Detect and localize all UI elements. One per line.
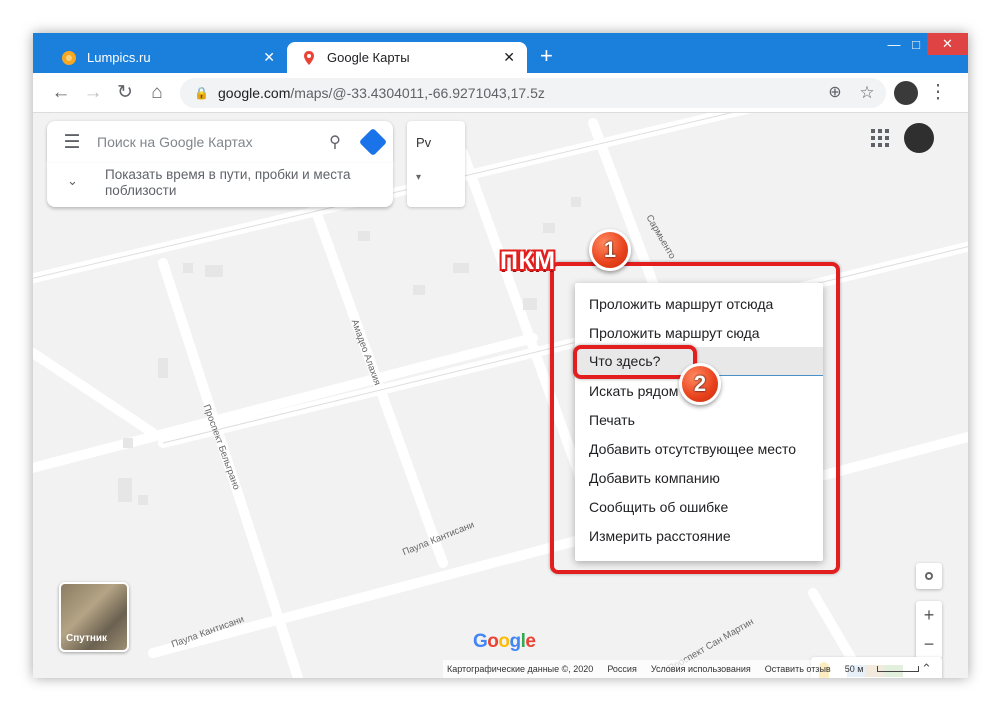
annotation-frame-menu: [550, 262, 840, 574]
hamburger-menu-icon[interactable]: ☰: [47, 131, 97, 154]
satellite-toggle[interactable]: Спутник: [59, 582, 129, 652]
map-data-credit: Картографические данные ©, 2020: [447, 664, 594, 674]
maps-search-box: ☰ Поиск на Google Картах ⚲: [47, 121, 393, 163]
apps-grid-icon[interactable]: [871, 129, 889, 147]
terms-link[interactable]: Условия использования: [651, 664, 751, 674]
layer-label: Pv: [416, 135, 432, 150]
back-arrow-icon[interactable]: ←: [49, 81, 73, 105]
scale-label: 50 м: [844, 664, 864, 674]
forward-arrow-icon[interactable]: →: [81, 81, 105, 105]
layer-selector[interactable]: Pv ▾: [407, 121, 465, 207]
search-input[interactable]: Поиск на Google Картах: [97, 134, 317, 150]
map-attribution: Картографические данные ©, 2020 Россия У…: [443, 660, 924, 678]
new-tab-button[interactable]: +: [540, 45, 553, 67]
zoom-out-button[interactable]: −: [916, 630, 942, 659]
more-menu-icon[interactable]: ⋮: [926, 81, 950, 105]
satellite-label: Спутник: [66, 633, 108, 644]
close-window-button[interactable]: ✕: [927, 33, 968, 55]
url-host: google.com: [218, 85, 291, 101]
chevron-down-icon: ⌄: [67, 173, 78, 188]
tab-title: Lumpics.ru: [87, 50, 151, 65]
maximize-button[interactable]: □: [905, 33, 927, 55]
avatar[interactable]: [894, 81, 918, 105]
address-bar[interactable]: 🔒 google.com/maps/@-33.4304011,-66.92710…: [180, 78, 886, 108]
caret-down-icon: ▾: [416, 172, 422, 183]
country-link[interactable]: Россия: [607, 664, 637, 674]
tab-google-maps[interactable]: Google Карты ✕: [287, 42, 527, 73]
minimize-button[interactable]: —: [883, 33, 905, 55]
annotation-badge-1: 1: [589, 229, 631, 271]
google-logo: Google: [473, 631, 536, 652]
scale-bar: [877, 666, 920, 672]
search-icon[interactable]: ⚲: [317, 132, 353, 152]
google-maps-pin-icon: [301, 50, 317, 66]
url-path: /maps/@-33.4304011,-66.9271043,17.5z: [290, 85, 545, 101]
lock-icon: 🔒: [194, 86, 209, 100]
reload-icon[interactable]: ↻: [113, 81, 137, 105]
tab-lumpics[interactable]: Lumpics.ru ✕: [47, 42, 287, 73]
add-icon[interactable]: ⊕: [823, 81, 847, 105]
tab-title: Google Карты: [327, 50, 410, 65]
zoom-control: + −: [916, 601, 942, 659]
my-location-icon[interactable]: [916, 563, 942, 589]
avatar[interactable]: [904, 123, 934, 153]
hint-line: Показать время в пути, пробки и места: [105, 167, 351, 182]
browser-toolbar: ← → ↻ ⌂ 🔒 google.com/maps/@-33.4304011,-…: [33, 73, 968, 113]
close-icon[interactable]: ✕: [503, 49, 515, 66]
annotation-frame-whats-here: [573, 345, 697, 379]
hint-line: поблизости: [105, 183, 177, 198]
annotation-label-pkm: ПКМ: [500, 247, 556, 275]
home-icon[interactable]: ⌂: [145, 81, 169, 105]
feedback-link[interactable]: Оставить отзыв: [765, 664, 831, 674]
directions-icon[interactable]: [353, 127, 393, 157]
browser-titlebar: Lumpics.ru ✕ Google Карты ✕ + — □ ✕: [33, 33, 968, 73]
zoom-in-button[interactable]: +: [916, 601, 942, 630]
close-icon[interactable]: ✕: [263, 49, 275, 66]
annotation-badge-2: 2: [679, 363, 721, 405]
orange-circle-icon: [61, 50, 77, 66]
travel-time-hint[interactable]: ⌄ Показать время в пути, пробки и места …: [47, 163, 393, 207]
star-icon[interactable]: ☆: [855, 81, 879, 105]
